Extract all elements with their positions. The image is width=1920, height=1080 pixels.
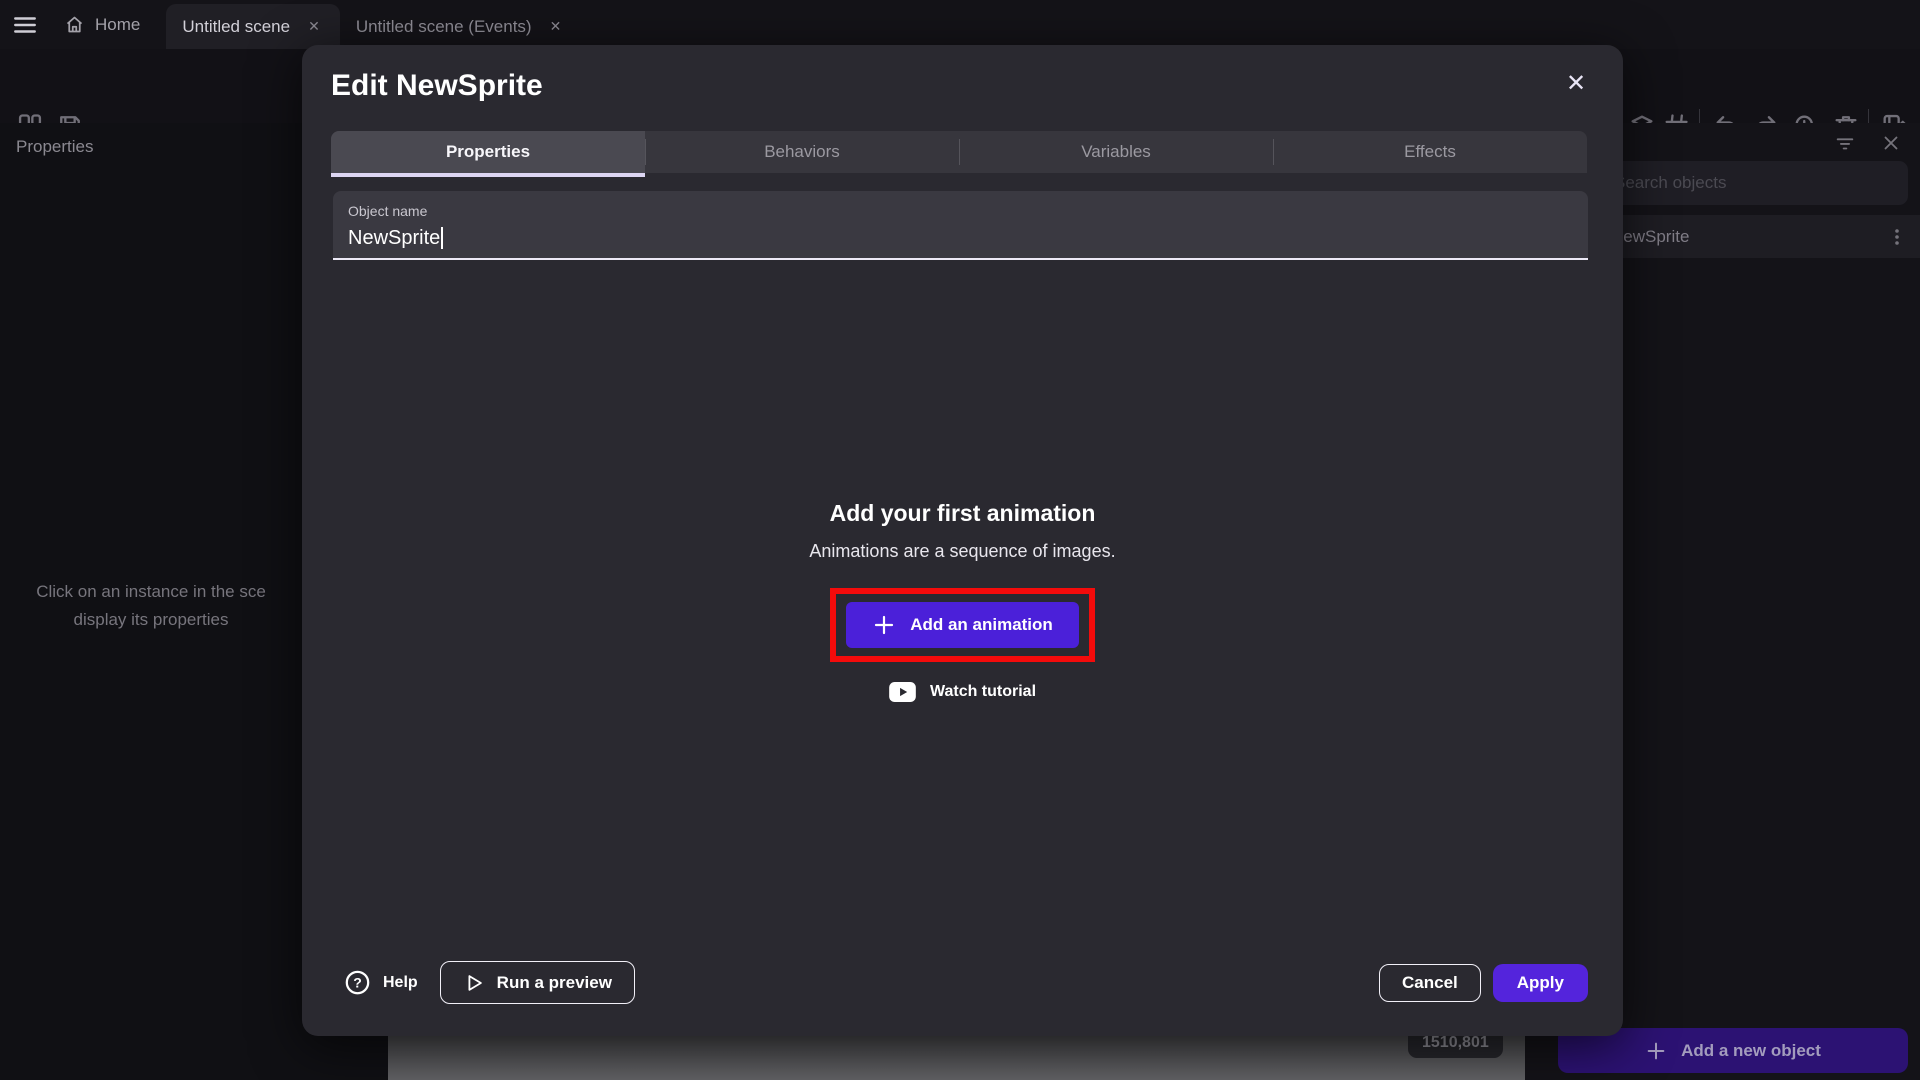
- hint-line-1: Click on an instance in the sce: [0, 578, 302, 606]
- help-circle-icon: ?: [344, 969, 371, 996]
- apply-label: Apply: [1517, 973, 1564, 992]
- cancel-button[interactable]: Cancel: [1379, 964, 1481, 1002]
- edit-object-dialog: Edit NewSprite ✕ Properties Behaviors Va…: [302, 45, 1623, 1036]
- close-objects-panel-button[interactable]: [1880, 132, 1902, 154]
- dialog-title: Edit NewSprite: [331, 69, 543, 103]
- watch-tutorial-button[interactable]: Watch tutorial: [889, 682, 1036, 702]
- object-name-field-label: Object name: [348, 203, 427, 219]
- plus-icon: [872, 613, 896, 637]
- scene-canvas[interactable]: 1510,801: [388, 1036, 1525, 1080]
- properties-empty-hint: Click on an instance in the sce display …: [0, 578, 302, 634]
- empty-state-heading: Add your first animation: [830, 500, 1096, 527]
- tab-home[interactable]: Home: [50, 0, 166, 49]
- object-name-field[interactable]: Object name NewSprite: [333, 191, 1588, 260]
- tab-variables[interactable]: Variables: [959, 131, 1273, 173]
- object-menu-icon[interactable]: [1888, 227, 1906, 247]
- tab-label: Untitled scene (Events): [356, 17, 532, 37]
- close-icon: [1880, 132, 1902, 154]
- dialog-tabs: Properties Behaviors Variables Effects: [331, 131, 1587, 173]
- close-tab-icon[interactable]: ✕: [304, 16, 324, 37]
- help-button[interactable]: ? Help: [344, 969, 418, 996]
- close-tab-icon[interactable]: ✕: [546, 16, 566, 37]
- tab-properties[interactable]: Properties: [331, 131, 645, 173]
- animations-empty-state: Add your first animation Animations are …: [302, 500, 1623, 702]
- run-preview-label: Run a preview: [497, 973, 612, 993]
- cancel-label: Cancel: [1402, 973, 1458, 993]
- tab-label: Untitled scene: [182, 17, 290, 37]
- plus-icon: [1645, 1040, 1667, 1062]
- tab-behaviors[interactable]: Behaviors: [645, 131, 959, 173]
- main-menu-button[interactable]: [0, 0, 50, 49]
- run-preview-button[interactable]: Run a preview: [440, 961, 635, 1004]
- apply-button[interactable]: Apply: [1493, 964, 1588, 1002]
- svg-text:?: ?: [353, 975, 362, 991]
- text-caret: [441, 227, 443, 249]
- play-icon: [463, 972, 485, 994]
- youtube-icon: [889, 682, 916, 702]
- search-objects-input[interactable]: [1600, 161, 1908, 205]
- kebab-menu-icon: [1888, 227, 1906, 247]
- tutorial-highlight-box: Add an animation: [830, 588, 1095, 662]
- add-animation-label: Add an animation: [910, 615, 1053, 635]
- add-new-object-label: Add a new object: [1681, 1041, 1821, 1061]
- help-label: Help: [383, 974, 418, 992]
- hint-line-2: display its properties: [0, 606, 302, 634]
- tab-home-label: Home: [95, 15, 140, 35]
- tab-untitled-scene[interactable]: Untitled scene ✕: [166, 4, 339, 49]
- object-name-text: NewSprite: [348, 227, 440, 249]
- filter-objects-button[interactable]: [1834, 132, 1856, 154]
- object-name-field-value: NewSprite: [348, 227, 443, 250]
- home-icon: [64, 14, 85, 35]
- watch-tutorial-label: Watch tutorial: [930, 683, 1036, 701]
- empty-state-subtitle: Animations are a sequence of images.: [809, 541, 1115, 562]
- close-dialog-button[interactable]: ✕: [1563, 71, 1589, 97]
- add-animation-button[interactable]: Add an animation: [846, 602, 1079, 648]
- top-bar: Home Untitled scene ✕ Untitled scene (Ev…: [0, 0, 1920, 49]
- dialog-footer: ? Help Run a preview Cancel Apply: [344, 961, 1588, 1004]
- tab-untitled-scene-events[interactable]: Untitled scene (Events) ✕: [340, 4, 581, 49]
- tab-effects[interactable]: Effects: [1273, 131, 1587, 173]
- properties-panel-title: Properties: [16, 137, 93, 157]
- hamburger-icon: [12, 12, 38, 38]
- filter-icon: [1834, 132, 1856, 154]
